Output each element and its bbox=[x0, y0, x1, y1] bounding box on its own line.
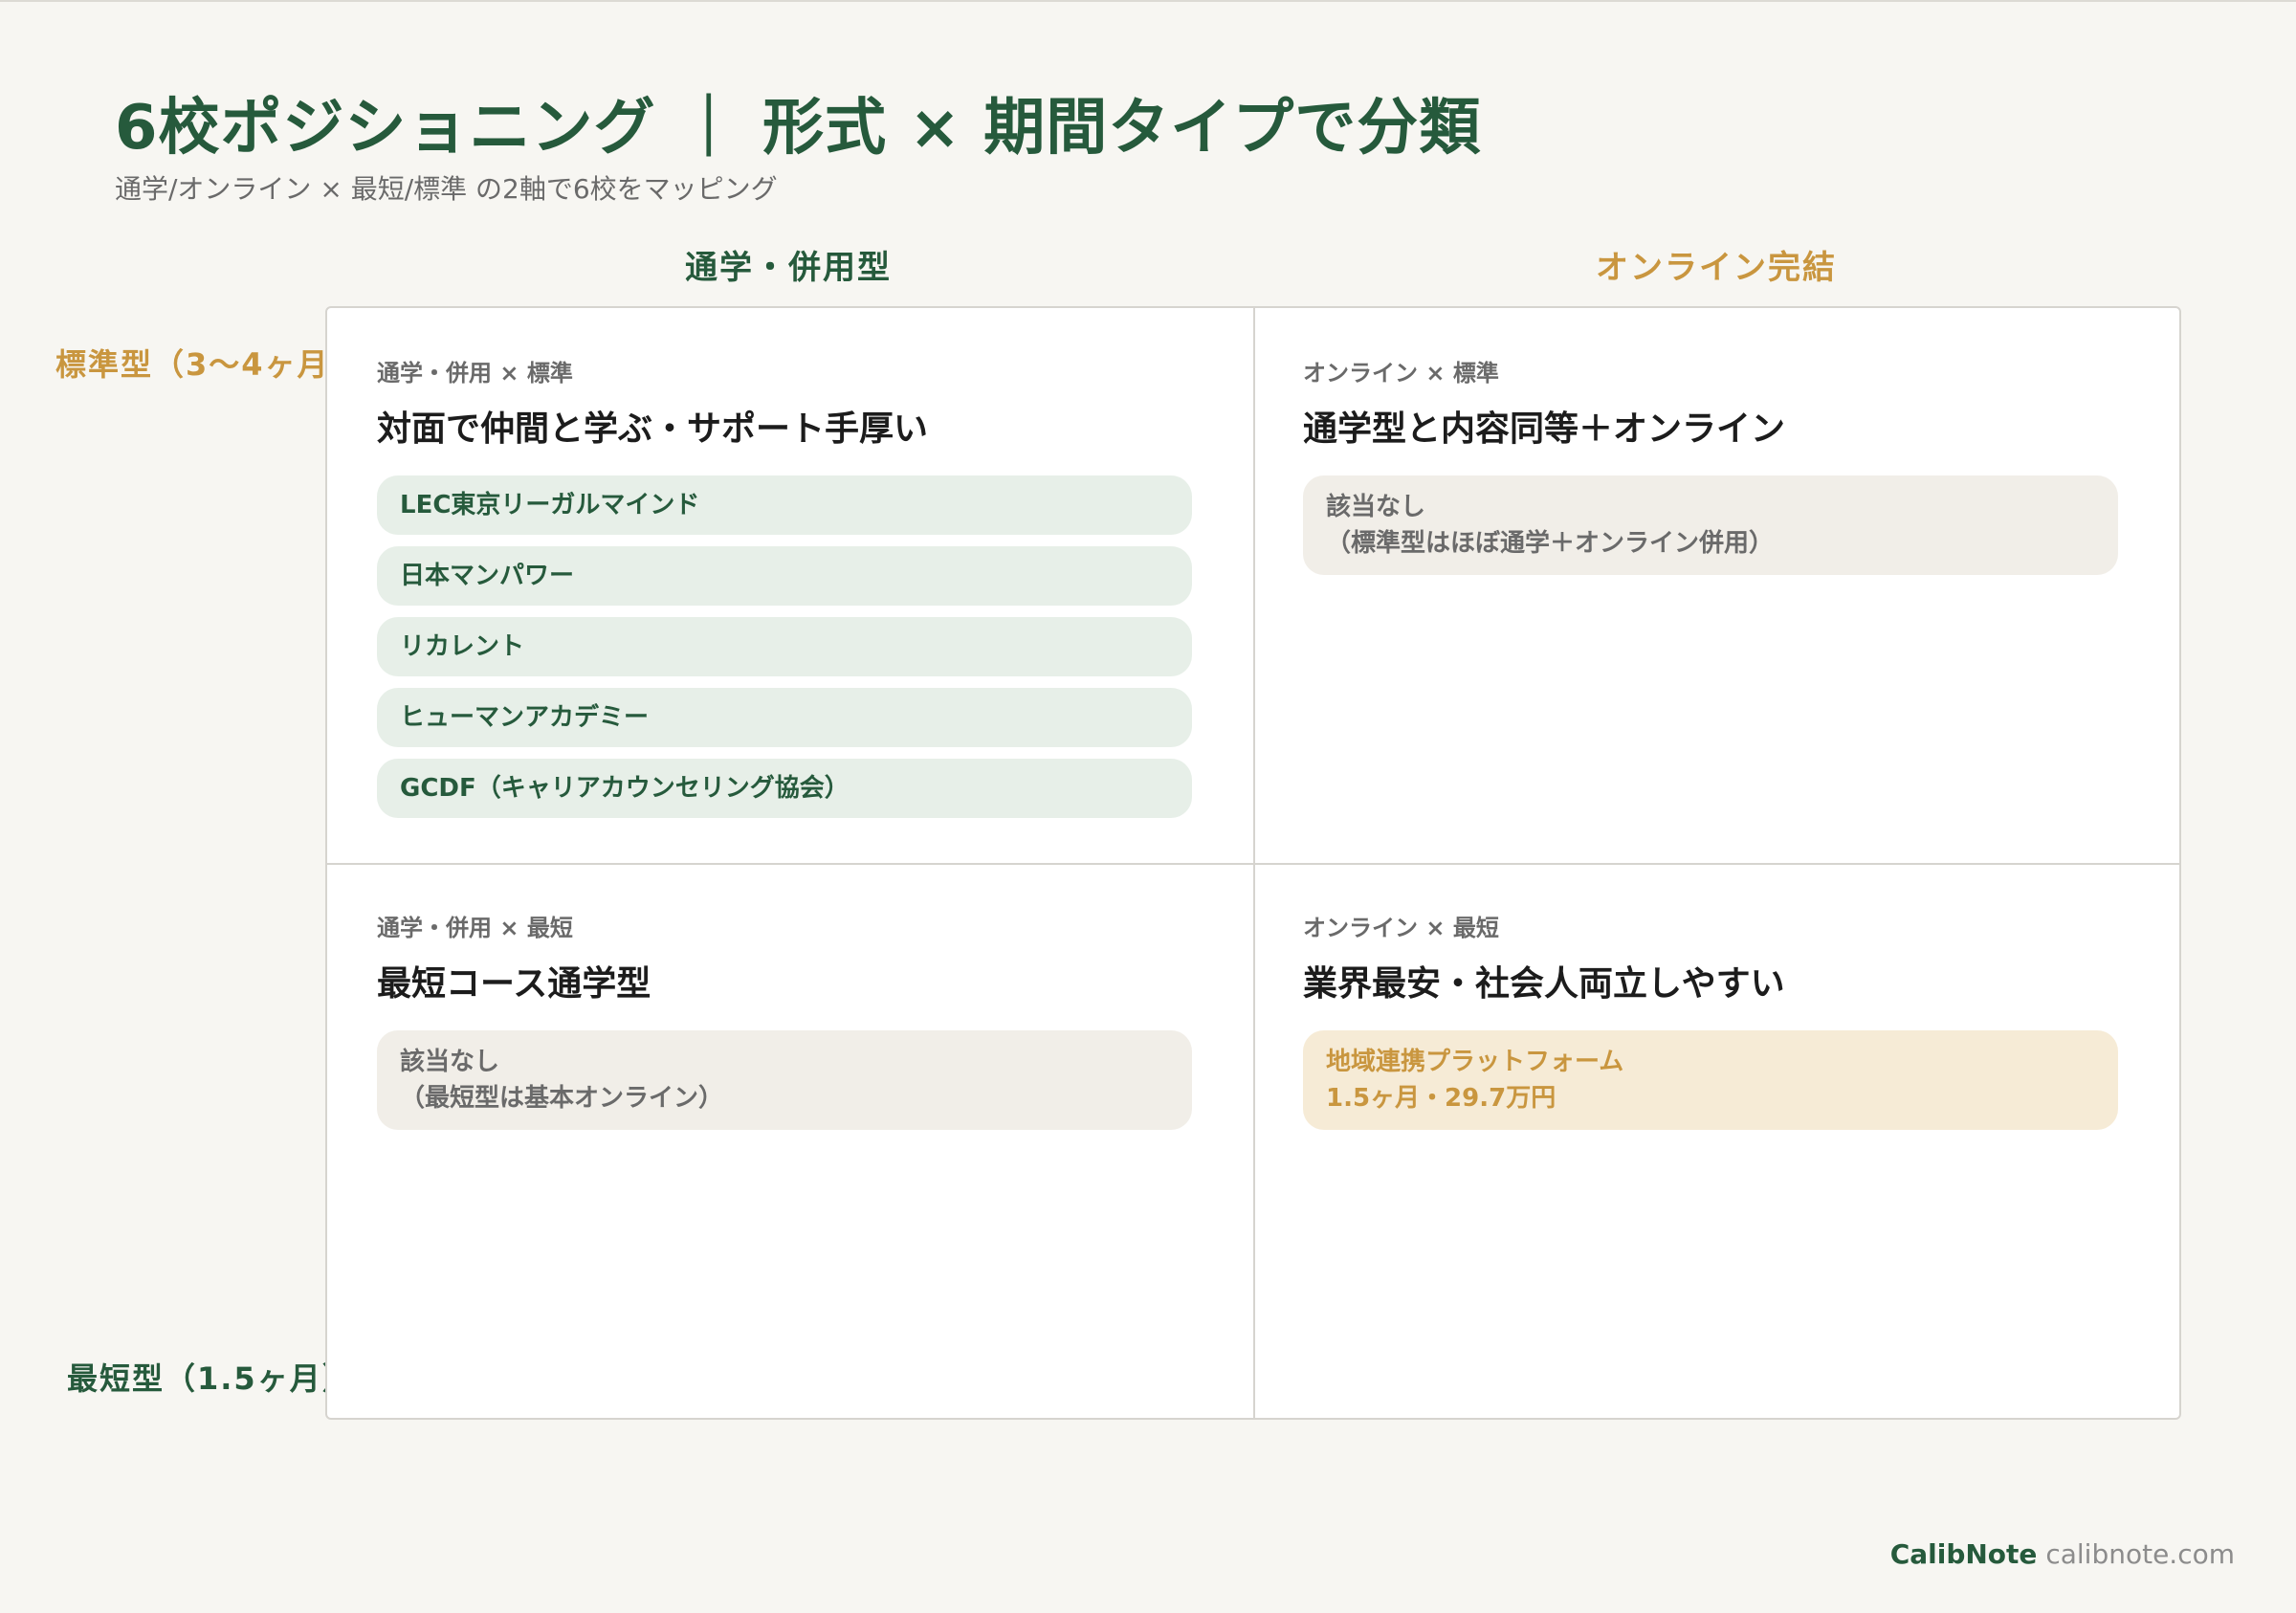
footer-credit: CalibNote calibnote.com bbox=[1890, 1538, 2235, 1570]
quadrant-online-shortest: オンライン × 最短 業界最安・社会人両立しやすい 地域連携プラットフォーム 1… bbox=[1303, 909, 2118, 1141]
school-item-lec: LEC東京リーガルマインド bbox=[377, 475, 1192, 535]
quadrant-title: 業界最安・社会人両立しやすい bbox=[1303, 964, 1785, 1004]
page-title: 6校ポジショニング ｜ 形式 × 期間タイプで分類 bbox=[115, 93, 1482, 164]
footer-domain: calibnote.com bbox=[2045, 1538, 2235, 1570]
column-header-online: オンライン完結 bbox=[1596, 249, 1837, 287]
quadrant-title: 対面で仲間と学ぶ・サポート手厚い bbox=[377, 409, 929, 449]
no-match-label: 該当なし bbox=[1326, 493, 1426, 521]
row-label-shortest: 最短型（1.5ヶ月） bbox=[67, 1360, 325, 1397]
row-label-standard: 標準型（3〜4ヶ月） bbox=[55, 346, 325, 383]
school-price: 1.5ヶ月・29.7万円 bbox=[1326, 1084, 1556, 1113]
school-item-human-academy: ヒューマンアカデミー bbox=[377, 688, 1192, 747]
footer-brand: CalibNote bbox=[1889, 1538, 2038, 1570]
page-subtitle: 通学/オンライン × 最短/標準 の2軸で6校をマッピング bbox=[115, 173, 778, 205]
no-match-reason: （最短型は基本オンライン） bbox=[400, 1084, 724, 1113]
matrix-horizontal-divider bbox=[327, 863, 2179, 865]
no-match-reason: （標準型はほぼ通学＋オンライン併用） bbox=[1326, 529, 1775, 558]
quadrant-title: 通学型と内容同等＋オンライン bbox=[1303, 409, 1786, 449]
no-match-note: 該当なし （標準型はほぼ通学＋オンライン併用） bbox=[1303, 475, 2118, 575]
top-rule bbox=[0, 0, 2296, 2]
school-item-recurrent: リカレント bbox=[377, 617, 1192, 676]
quadrant-tag: 通学・併用 × 標準 bbox=[377, 360, 573, 387]
no-match-label: 該当なし bbox=[400, 1048, 500, 1076]
school-name: 地域連携プラットフォーム bbox=[1326, 1048, 1624, 1076]
quadrant-tag: オンライン × 標準 bbox=[1303, 360, 1499, 387]
quadrant-commute-shortest: 通学・併用 × 最短 最短コース通学型 該当なし （最短型は基本オンライン） bbox=[377, 909, 1192, 1141]
school-item-regional-platform: 地域連携プラットフォーム 1.5ヶ月・29.7万円 bbox=[1303, 1030, 2118, 1130]
school-item-nihon-manpower: 日本マンパワー bbox=[377, 546, 1192, 606]
quadrant-commute-standard: 通学・併用 × 標準 対面で仲間と学ぶ・サポート手厚い LEC東京リーガルマイン… bbox=[377, 354, 1192, 829]
positioning-matrix: 通学・併用 × 標準 対面で仲間と学ぶ・サポート手厚い LEC東京リーガルマイン… bbox=[325, 306, 2181, 1420]
column-header-commute: 通学・併用型 bbox=[685, 249, 892, 287]
quadrant-tag: オンライン × 最短 bbox=[1303, 915, 1499, 941]
quadrant-tag: 通学・併用 × 最短 bbox=[377, 915, 573, 941]
quadrant-online-standard: オンライン × 標準 通学型と内容同等＋オンライン 該当なし （標準型はほぼ通学… bbox=[1303, 354, 2118, 586]
school-item-gcdf: GCDF（キャリアカウンセリング協会） bbox=[377, 759, 1192, 818]
no-match-note: 該当なし （最短型は基本オンライン） bbox=[377, 1030, 1192, 1130]
quadrant-title: 最短コース通学型 bbox=[377, 964, 651, 1004]
